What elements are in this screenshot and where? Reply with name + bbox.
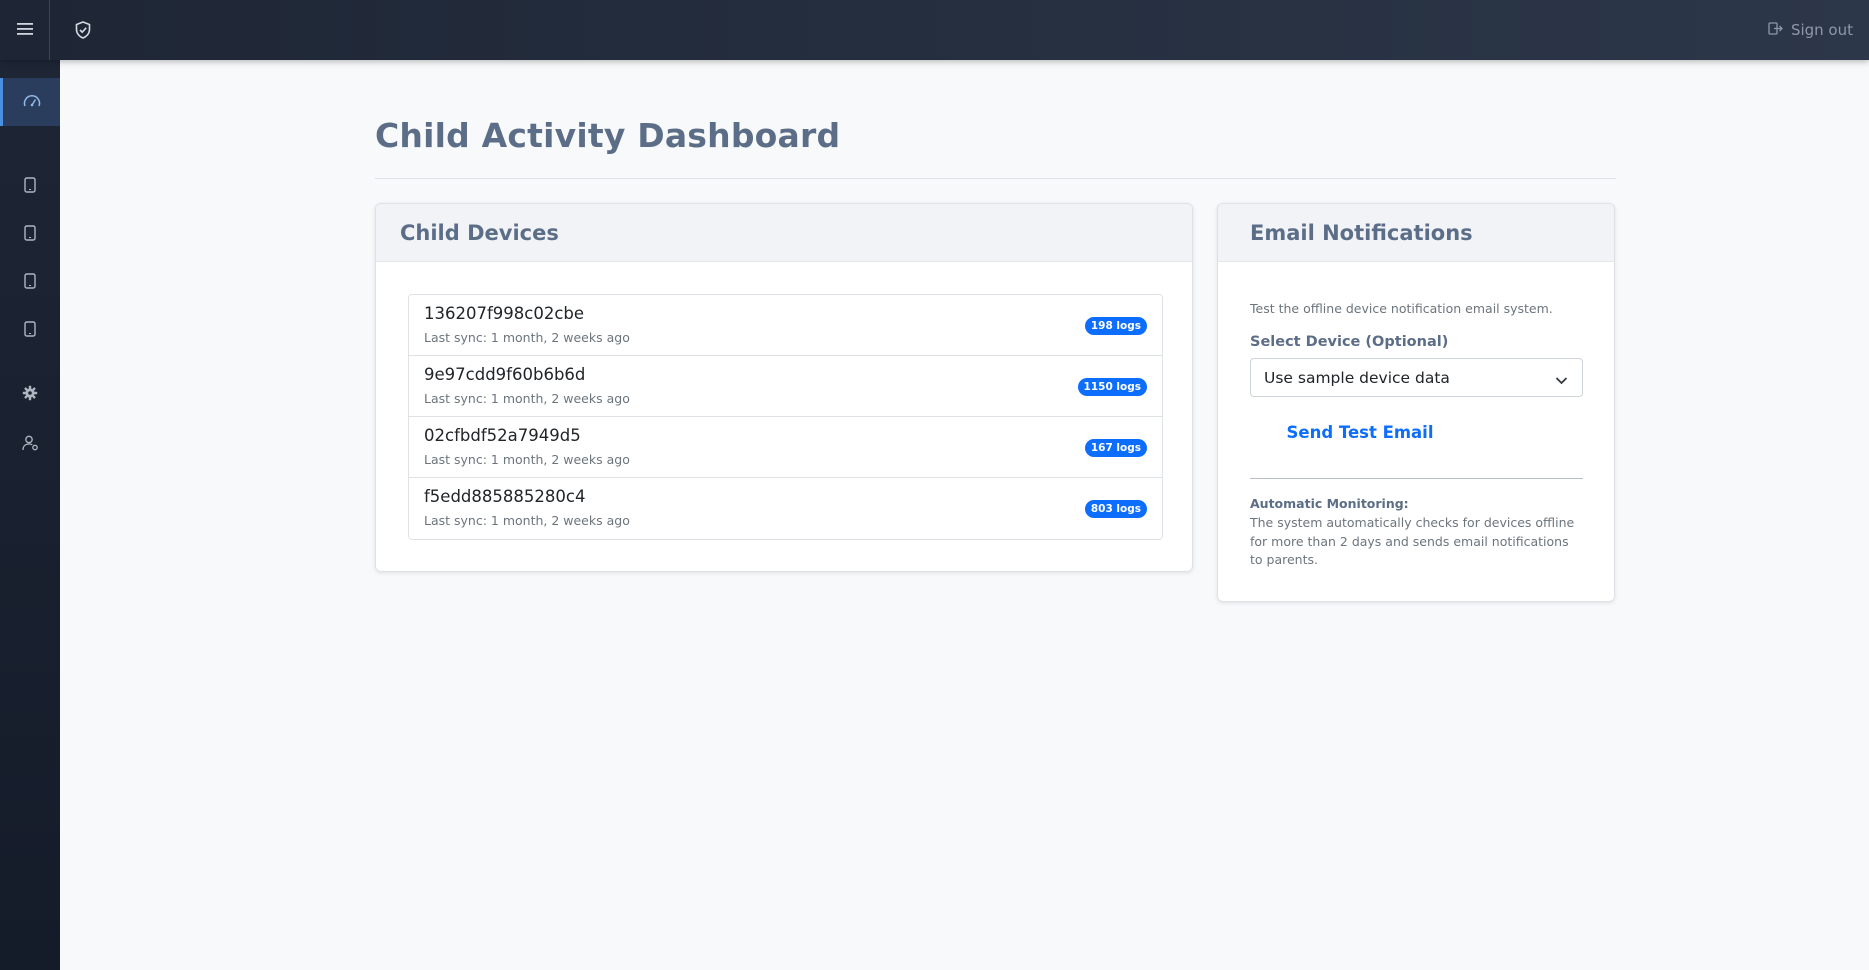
device-id: f5edd885885280c4 xyxy=(424,487,586,506)
device-list-item[interactable]: 9e97cdd9f60b6b6d Last sync: 1 month, 2 w… xyxy=(409,356,1162,417)
device-select-value: Use sample device data xyxy=(1264,368,1450,387)
sidebar-item-dashboard[interactable] xyxy=(0,78,60,126)
sidebar-item-device-1[interactable] xyxy=(0,163,60,211)
email-notifications-card: Email Notifications Test the offline dev… xyxy=(1217,203,1615,602)
title-divider xyxy=(375,178,1616,179)
device-last-sync: Last sync: 1 month, 2 weeks ago xyxy=(424,513,630,528)
menu-toggle-button[interactable] xyxy=(0,0,50,60)
main-content: Child Activity Dashboard Child Devices 1… xyxy=(60,60,1869,970)
hamburger-menu-icon xyxy=(16,21,33,40)
top-navbar: Sign out xyxy=(0,0,1869,60)
device-last-sync: Last sync: 1 month, 2 weeks ago xyxy=(424,330,630,345)
device-list: 136207f998c02cbe Last sync: 1 month, 2 w… xyxy=(408,294,1163,540)
auto-monitoring-title: Automatic Monitoring: xyxy=(1250,496,1409,511)
device-last-sync: Last sync: 1 month, 2 weeks ago xyxy=(424,391,630,406)
sidebar-item-device-2[interactable] xyxy=(0,211,60,259)
sign-out-icon xyxy=(1768,21,1783,39)
child-devices-header: Child Devices xyxy=(376,204,1192,262)
log-count-badge: 198 logs xyxy=(1084,317,1147,335)
child-devices-card: Child Devices 136207f998c02cbe Last sync… xyxy=(375,203,1193,572)
email-notifications-header: Email Notifications xyxy=(1218,204,1614,262)
phone-icon xyxy=(24,273,36,293)
sign-out-link[interactable]: Sign out xyxy=(1768,0,1853,60)
device-list-item[interactable]: 02cfbdf52a7949d5 Last sync: 1 month, 2 w… xyxy=(409,417,1162,478)
shield-check-icon[interactable] xyxy=(72,19,94,41)
log-count-badge: 1150 logs xyxy=(1077,378,1147,396)
device-last-sync: Last sync: 1 month, 2 weeks ago xyxy=(424,452,630,467)
device-list-item[interactable]: 136207f998c02cbe Last sync: 1 month, 2 w… xyxy=(409,295,1162,356)
device-list-item[interactable]: f5edd885885280c4 Last sync: 1 month, 2 w… xyxy=(409,478,1162,539)
chevron-down-icon xyxy=(1555,371,1568,389)
page-title: Child Activity Dashboard xyxy=(375,116,841,155)
device-id: 136207f998c02cbe xyxy=(424,304,585,323)
phone-icon xyxy=(24,225,36,245)
device-id: 9e97cdd9f60b6b6d xyxy=(424,365,586,384)
phone-icon xyxy=(24,177,36,197)
sidebar-item-device-3[interactable] xyxy=(0,259,60,307)
sidebar-item-device-4[interactable] xyxy=(0,307,60,355)
log-count-badge: 167 logs xyxy=(1084,439,1147,457)
sidebar xyxy=(0,60,60,970)
sign-out-label: Sign out xyxy=(1790,21,1853,39)
phone-icon xyxy=(24,321,36,341)
email-description: Test the offline device notification ema… xyxy=(1250,301,1553,316)
email-divider xyxy=(1250,478,1583,479)
device-id: 02cfbdf52a7949d5 xyxy=(424,426,581,445)
select-device-label: Select Device (Optional) xyxy=(1250,334,1449,350)
device-select[interactable]: Use sample device data xyxy=(1250,358,1583,397)
user-settings-icon xyxy=(21,435,39,455)
auto-monitoring-text: The system automatically checks for devi… xyxy=(1250,515,1575,567)
sidebar-item-settings[interactable] xyxy=(0,371,60,419)
send-test-email-button[interactable]: Send Test Email xyxy=(1250,414,1470,450)
log-count-badge: 803 logs xyxy=(1084,500,1147,518)
gear-icon xyxy=(22,385,38,405)
sidebar-item-user-settings[interactable] xyxy=(0,421,60,469)
dashboard-gauge-icon xyxy=(23,93,41,112)
